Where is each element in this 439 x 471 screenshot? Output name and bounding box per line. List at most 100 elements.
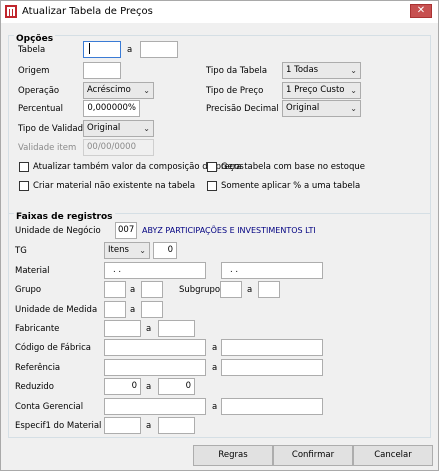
title-bar[interactable]: Atualizar Tabela de Preços ✕ (1, 1, 438, 23)
regras-button-label: Regras (218, 450, 248, 460)
subgrupo-label: Subgrupo (179, 285, 221, 295)
codigo-fabrica-label: Código de Fábrica (15, 343, 91, 353)
validade-item-input: 00/00/0000 (83, 139, 154, 156)
chevron-down-icon: ⌄ (143, 124, 150, 133)
chk-criar-material[interactable]: Criar material não existente na tabela (19, 181, 195, 191)
tabela-from-input[interactable] (83, 41, 121, 58)
reduzido-to-input[interactable]: 0 (158, 378, 195, 395)
subgrupo-separator: a (247, 285, 253, 295)
fabricante-to-input[interactable] (158, 320, 195, 337)
fabricante-from-input[interactable] (104, 320, 141, 337)
chk-criar-material-label: Criar material não existente na tabela (33, 181, 196, 191)
dialog-body: Opções Tabela a Origem Operação Acréscim… (1, 23, 438, 470)
codigo-fabrica-separator: a (212, 343, 218, 353)
reduzido-label: Reduzido (15, 382, 54, 392)
confirmar-button-label: Confirmar (291, 450, 335, 460)
subgrupo-to-input[interactable] (258, 281, 280, 298)
tipo-validade-value: Original (87, 123, 121, 133)
codigo-fabrica-to-input[interactable] (221, 339, 323, 356)
material-to-input[interactable]: . . (221, 262, 323, 279)
confirmar-button[interactable]: Confirmar (273, 445, 353, 466)
unidade-negocio-code-input[interactable]: 007 (115, 222, 137, 239)
material-label: Material (15, 266, 50, 276)
chevron-down-icon: ⌄ (350, 104, 357, 113)
unidade-medida-to-input[interactable] (141, 301, 163, 318)
tipo-tabela-value: 1 Todas (286, 65, 319, 75)
referencia-from-input[interactable] (104, 359, 206, 376)
chevron-down-icon: ⌄ (139, 246, 146, 255)
chk-somente-aplicar-label: Somente aplicar % a uma tabela (221, 181, 361, 191)
faixas-group-title: Faixas de registros (14, 212, 115, 222)
grupo-separator: a (130, 285, 136, 295)
operacao-label: Operação (18, 86, 60, 96)
chk-gera-tabela[interactable]: Gera tabela com base no estoque (207, 162, 365, 172)
especif-material-label: Especif1 do Material (15, 421, 102, 431)
fabricante-label: Fabricante (15, 324, 60, 334)
especif-material-from-input[interactable] (104, 417, 141, 434)
unidade-medida-separator: a (130, 305, 136, 315)
codigo-fabrica-from-input[interactable] (104, 339, 206, 356)
percentual-label: Percentual (18, 104, 63, 114)
precisao-decimal-select[interactable]: Original ⌄ (282, 100, 361, 117)
especif-material-to-input[interactable] (158, 417, 195, 434)
conta-gerencial-to-input[interactable] (221, 398, 323, 415)
checkbox-box[interactable] (19, 162, 29, 172)
grupo-to-input[interactable] (141, 281, 163, 298)
dialog-window: Atualizar Tabela de Preços ✕ Opções Tabe… (0, 0, 439, 471)
origem-input[interactable] (83, 62, 121, 79)
chevron-down-icon: ⌄ (350, 86, 357, 95)
referencia-to-input[interactable] (221, 359, 323, 376)
app-logo-icon (5, 5, 17, 18)
chevron-down-icon: ⌄ (350, 66, 357, 75)
reduzido-separator: a (146, 382, 152, 392)
grupo-label: Grupo (15, 285, 42, 295)
tipo-tabela-select[interactable]: 1 Todas ⌄ (282, 62, 361, 79)
grupo-from-input[interactable] (104, 281, 126, 298)
window-title: Atualizar Tabela de Preços (22, 6, 153, 17)
unidade-medida-from-input[interactable] (104, 301, 126, 318)
chk-somente-aplicar[interactable]: Somente aplicar % a uma tabela (207, 181, 360, 191)
tipo-preco-value: 1 Preço Custo (286, 85, 345, 95)
referencia-label: Referência (15, 363, 61, 373)
operacao-select[interactable]: Acréscimo ⌄ (83, 82, 154, 99)
especif-material-separator: a (146, 421, 152, 431)
close-icon: ✕ (416, 5, 426, 16)
tabela-to-input[interactable] (140, 41, 178, 58)
tg-number-input[interactable]: 0 (153, 242, 177, 259)
checkbox-box[interactable] (19, 181, 29, 191)
validade-item-label: Validade item (18, 143, 77, 153)
precisao-decimal-label: Precisão Decimal (206, 104, 279, 114)
operacao-value: Acréscimo (87, 85, 131, 95)
checkbox-box[interactable] (207, 181, 217, 191)
conta-gerencial-from-input[interactable] (104, 398, 206, 415)
tabela-label: Tabela (18, 45, 46, 55)
referencia-separator: a (212, 363, 218, 373)
tipo-preco-label: Tipo de Preço (206, 86, 264, 96)
subgrupo-from-input[interactable] (220, 281, 242, 298)
tipo-validade-label: Tipo de Validade (18, 124, 89, 134)
reduzido-from-input[interactable]: 0 (104, 378, 141, 395)
cancelar-button-label: Cancelar (374, 450, 412, 460)
chevron-down-icon: ⌄ (143, 86, 150, 95)
origem-label: Origem (18, 66, 50, 76)
chk-gera-tabela-label: Gera tabela com base no estoque (221, 162, 365, 172)
precisao-decimal-value: Original (286, 103, 320, 113)
conta-gerencial-separator: a (212, 402, 218, 412)
cancelar-button[interactable]: Cancelar (353, 445, 433, 466)
checkbox-box[interactable] (207, 162, 217, 172)
tg-select[interactable]: Itens ⌄ (104, 242, 150, 259)
unidade-negocio-name: ABYZ PARTICIPAÇÕES E INVESTIMENTOS LTI (142, 226, 316, 235)
material-from-input[interactable]: . . (104, 262, 206, 279)
tipo-tabela-label: Tipo da Tabela (206, 66, 268, 76)
unidade-negocio-label: Unidade de Negócio (15, 226, 101, 236)
opcoes-group-title: Opções (14, 34, 56, 44)
tg-label: TG (15, 246, 27, 256)
regras-button[interactable]: Regras (193, 445, 273, 466)
tipo-preco-select[interactable]: 1 Preço Custo ⌄ (282, 82, 361, 99)
tabela-separator: a (127, 45, 133, 55)
tipo-validade-select[interactable]: Original ⌄ (83, 120, 154, 137)
fabricante-separator: a (146, 324, 152, 334)
close-button[interactable]: ✕ (410, 4, 432, 18)
unidade-medida-label: Unidade de Medida (15, 305, 98, 315)
percentual-input[interactable]: 0,000000% (83, 100, 140, 117)
